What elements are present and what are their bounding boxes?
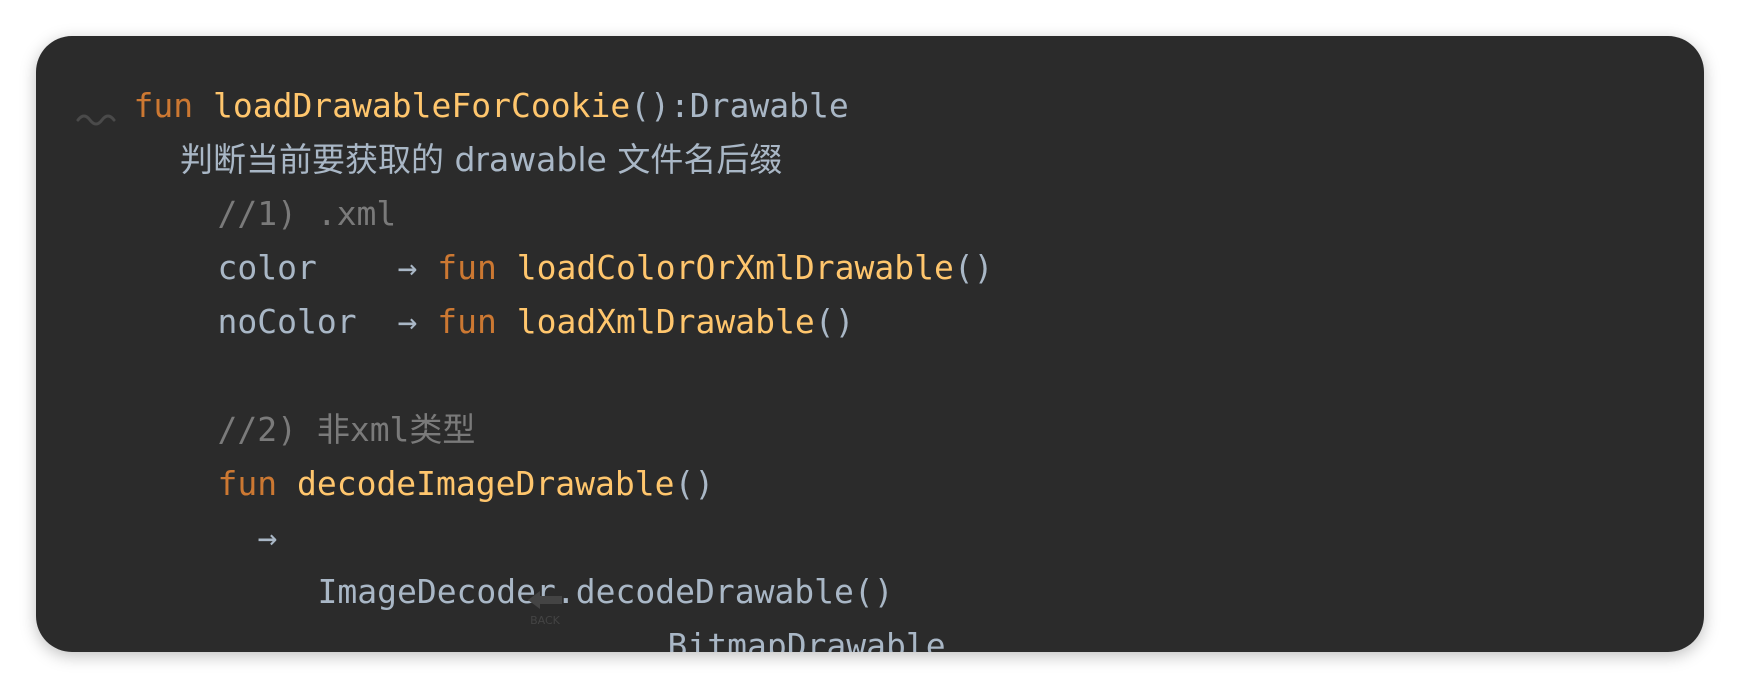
function-name: decodeImageDrawable xyxy=(296,464,675,503)
back-icon-label: BACK xyxy=(530,614,561,627)
comment-non-xml-line: //2) 非xml类型 xyxy=(138,370,475,449)
color-branch-line: color xyxy=(138,208,316,287)
comment-xml-line: //1) .xml xyxy=(138,154,396,233)
description-line: 判断当前要获取的 drawable 文件名后缀 xyxy=(138,100,782,179)
nocolor-branch-call: → fun loadXmlDrawable() xyxy=(318,262,854,341)
right-arrow-icon: → xyxy=(397,302,418,341)
function-parens: () xyxy=(814,302,855,341)
function-declaration-line: fun loadDrawableForCookie():Drawable xyxy=(54,46,848,125)
fun-keyword: fun xyxy=(437,302,497,341)
function-parens: () xyxy=(674,464,715,503)
decode-function-line: fun decodeImageDrawable() xyxy=(138,424,714,503)
code-snippet-card: fun loadDrawableForCookie():Drawable 判断当… xyxy=(36,36,1704,652)
bitmap-drawable-line: BitmapDrawable xyxy=(588,586,945,652)
bitmap-drawable-text: BitmapDrawable xyxy=(667,626,946,652)
tilde-wave-icon xyxy=(76,114,116,126)
image-decoder-line: ImageDecoder.decodeDrawable() xyxy=(238,532,893,611)
color-branch-call: → fun loadColorOrXmlDrawable() xyxy=(318,208,993,287)
back-arrow-icon: BACK xyxy=(528,591,562,627)
function-parens: () xyxy=(953,248,994,287)
decode-arrow-line: → xyxy=(178,478,277,557)
function-name: loadXmlDrawable xyxy=(516,302,815,341)
